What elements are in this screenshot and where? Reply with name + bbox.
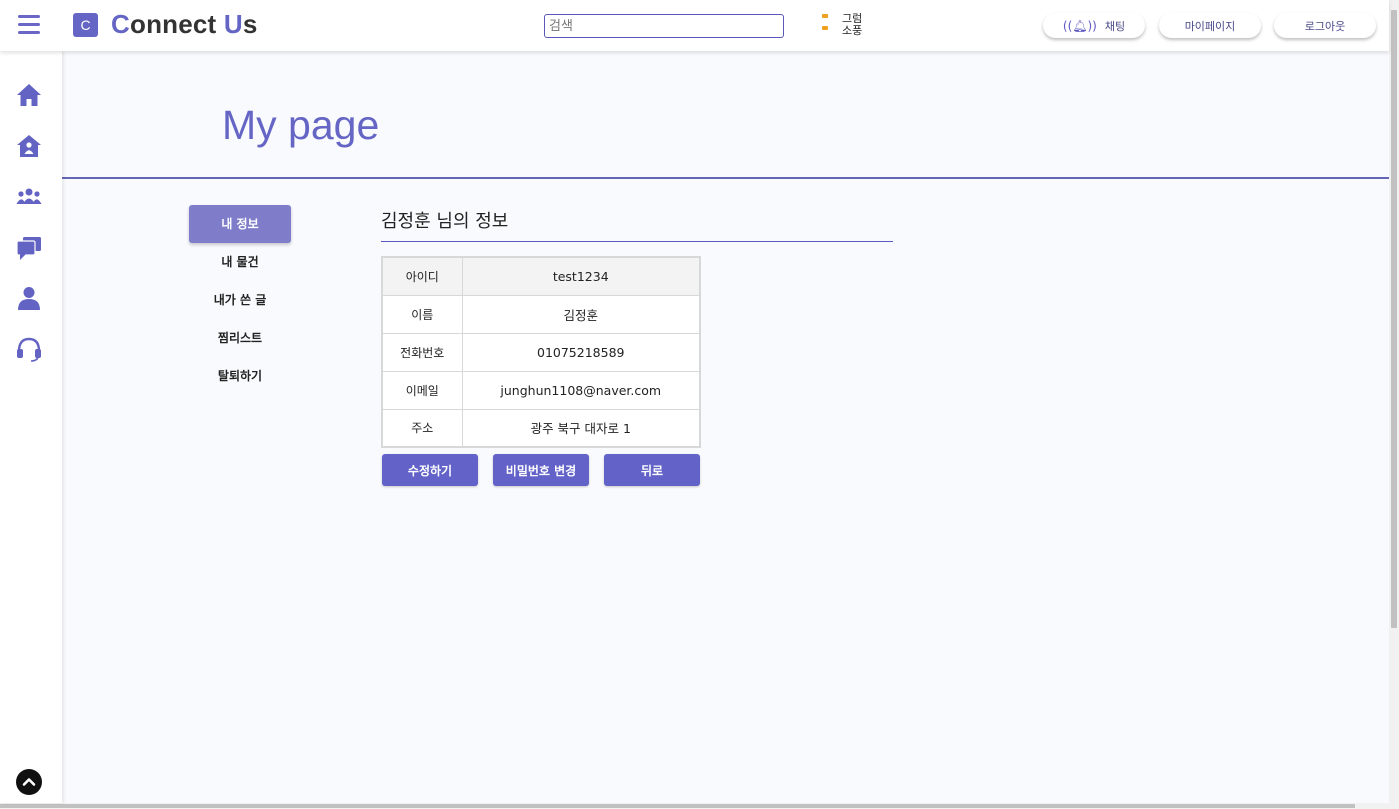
search-input[interactable] [544,14,784,38]
headset-icon[interactable] [16,336,42,362]
page-title: My page [222,102,380,148]
info-value-address: 광주 북구 대자로 1 [461,408,701,448]
weather-text: 그럼 [842,12,863,25]
info-value-name: 김정훈 [461,294,701,334]
community-icon[interactable] [16,184,42,210]
info-key-address: 주소 [381,408,463,448]
chat-button-label: 채팅 [1104,19,1126,33]
table-row: 주소 광주 북구 대자로 1 [381,408,701,448]
info-value-email: junghun1108@naver.com [461,370,701,410]
table-row: 이름 김정훈 [381,294,701,334]
logo-mid: onnect [129,9,224,39]
change-password-button[interactable]: 비밀번호 변경 [493,454,589,486]
logo-text[interactable]: Connect Us [111,9,258,40]
bell-icon: ((🔔︎)) [1062,18,1097,33]
info-table: 아이디 test1234 이름 김정훈 전화번호 01075218589 이메일… [381,256,701,448]
table-row: 아이디 test1234 [381,256,701,296]
info-key-phone: 전화번호 [381,332,463,372]
weather-icon [822,26,828,30]
scroll-top-button[interactable] [16,769,42,795]
horizontal-scrollbar-thumb[interactable] [0,804,1355,808]
user-icon[interactable] [16,285,42,311]
info-value-phone: 01075218589 [461,332,701,372]
menu-item-my-info[interactable]: 내 정보 [189,205,291,243]
logo-first-letter: C [111,9,130,39]
menu-item-my-items[interactable]: 내 물건 [189,243,291,281]
table-row: 전화번호 01075218589 [381,332,701,372]
chat-button[interactable]: ((🔔︎)) 채팅 [1043,13,1145,38]
weather-icon [822,14,828,18]
menu-item-wishlist[interactable]: 찜리스트 [189,319,291,357]
title-divider [62,177,1389,179]
logout-button-label: 로그아웃 [1304,19,1346,33]
mypage-menu: 내 정보 내 물건 내가 쓴 글 찜리스트 탈퇴하기 [189,205,291,395]
info-value-id: test1234 [461,256,701,296]
sidebar [0,51,62,803]
mypage-button[interactable]: 마이페이지 [1159,13,1261,38]
logout-button[interactable]: 로그아웃 [1274,13,1376,38]
info-key-name: 이름 [381,294,463,334]
mypage-button-label: 마이페이지 [1184,19,1236,33]
vertical-scrollbar-thumb[interactable] [1391,10,1397,628]
edit-button[interactable]: 수정하기 [382,454,478,486]
top-header: C Connect Us 그럼 소풍 ((🔔︎)) 채팅 마이페이지 로그아웃 [0,0,1389,51]
chevron-up-icon [22,778,36,786]
weather-text: 소풍 [842,24,863,37]
menu-item-withdraw[interactable]: 탈퇴하기 [189,357,291,395]
info-divider [381,241,893,242]
logo-end: s [242,9,258,39]
house-person-icon[interactable] [16,133,42,159]
logo-icon: C [73,13,98,37]
chat-bubbles-icon[interactable] [16,235,42,261]
logo-accent-letter: U [223,9,243,39]
hamburger-menu-icon[interactable] [18,15,40,35]
table-row: 이메일 junghun1108@naver.com [381,370,701,410]
info-title: 김정훈 님의 정보 [381,211,509,232]
weather-widget: 그럼 소풍 [820,13,870,37]
back-button[interactable]: 뒤로 [604,454,700,486]
home-icon[interactable] [16,82,42,108]
menu-item-my-posts[interactable]: 내가 쓴 글 [189,281,291,319]
info-key-email: 이메일 [381,370,463,410]
info-key-id: 아이디 [381,256,463,296]
